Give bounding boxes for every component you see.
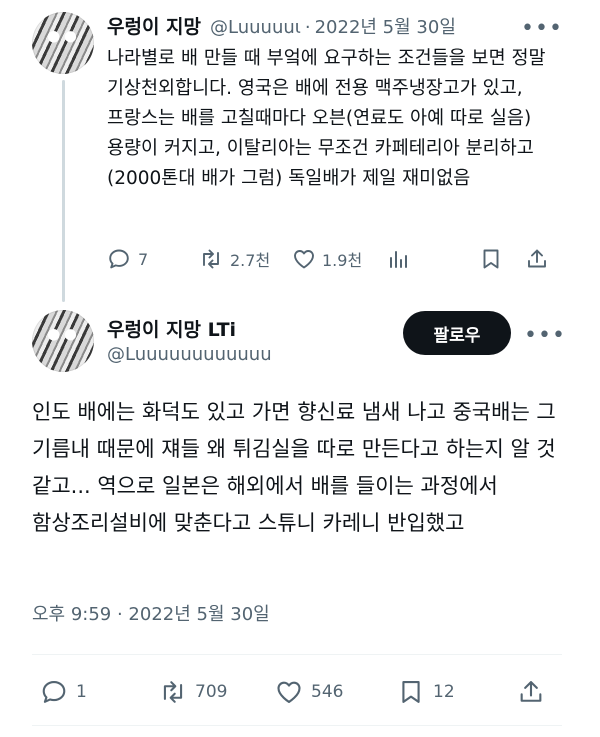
reply-author-avatar[interactable] [32, 12, 94, 74]
reply-like-action[interactable]: 1.9천 [292, 247, 362, 271]
reply-tweet-date[interactable]: 2022년 5월 30일 [315, 13, 456, 39]
views-icon [386, 247, 410, 271]
timestamp-divider [32, 654, 562, 655]
reply-reply-action[interactable]: 7 [107, 247, 148, 271]
bookmark-icon [397, 678, 425, 706]
main-more-options-icon[interactable]: ••• [524, 325, 566, 347]
bookmark-icon [479, 247, 503, 271]
reply-bookmark-action[interactable] [479, 247, 503, 271]
reply-icon [107, 247, 131, 271]
main-repost-count: 709 [195, 682, 228, 702]
main-bookmark-action[interactable]: 12 [397, 678, 455, 706]
repost-icon [158, 678, 188, 706]
main-repost-action[interactable]: 709 [158, 678, 227, 706]
main-like-count: 546 [311, 682, 344, 702]
follow-button[interactable]: 팔로우 [403, 311, 511, 355]
main-tweet-timestamp[interactable]: 오후 9:59 · 2022년 5월 30일 [32, 600, 270, 626]
main-author-avatar[interactable] [32, 310, 94, 372]
main-author-name[interactable]: 우렁이 지망 LTi [107, 315, 236, 342]
reply-reply-count: 7 [138, 249, 149, 269]
share-icon [525, 247, 549, 271]
heart-icon [292, 247, 316, 271]
main-tweet-text: 인도 배에는 화덕도 있고 가면 향신료 냄새 나고 중국배는 그 기름내 때문… [32, 400, 556, 535]
reply-tweet-header: 우렁이 지망 @Luuuuuι · 2022년 5월 30일 [107, 12, 456, 39]
reply-views-action[interactable] [386, 247, 410, 271]
repost-icon [198, 247, 224, 271]
reply-more-options-icon[interactable]: ••• [521, 18, 563, 40]
bottom-divider [32, 725, 562, 726]
main-author-handle[interactable]: @Luuuuuuuuuuuu [107, 344, 272, 365]
reply-share-action[interactable] [525, 247, 549, 271]
main-reply-action[interactable]: 1 [40, 678, 87, 706]
share-icon [517, 678, 545, 706]
reply-date-separator: · [304, 17, 311, 38]
heart-icon [275, 678, 303, 706]
reply-repost-action[interactable]: 2.7천 [198, 247, 270, 271]
reply-tweet-text: 나라별로 배 만들 때 부엌에 요구하는 조건들을 보면 정말 기상천외합니다.… [107, 48, 546, 189]
main-bookmark-count: 12 [433, 682, 455, 702]
reply-author-name[interactable]: 우렁이 지망 [107, 12, 201, 39]
main-reply-count: 1 [76, 682, 87, 702]
main-like-action[interactable]: 546 [275, 678, 343, 706]
main-share-action[interactable] [517, 678, 545, 706]
thread-connector-line [62, 80, 65, 302]
reply-like-count: 1.9천 [322, 251, 363, 270]
reply-repost-count: 2.7천 [230, 251, 271, 270]
reply-author-handle[interactable]: @Luuuuuι [210, 17, 301, 38]
reply-icon [40, 678, 68, 706]
